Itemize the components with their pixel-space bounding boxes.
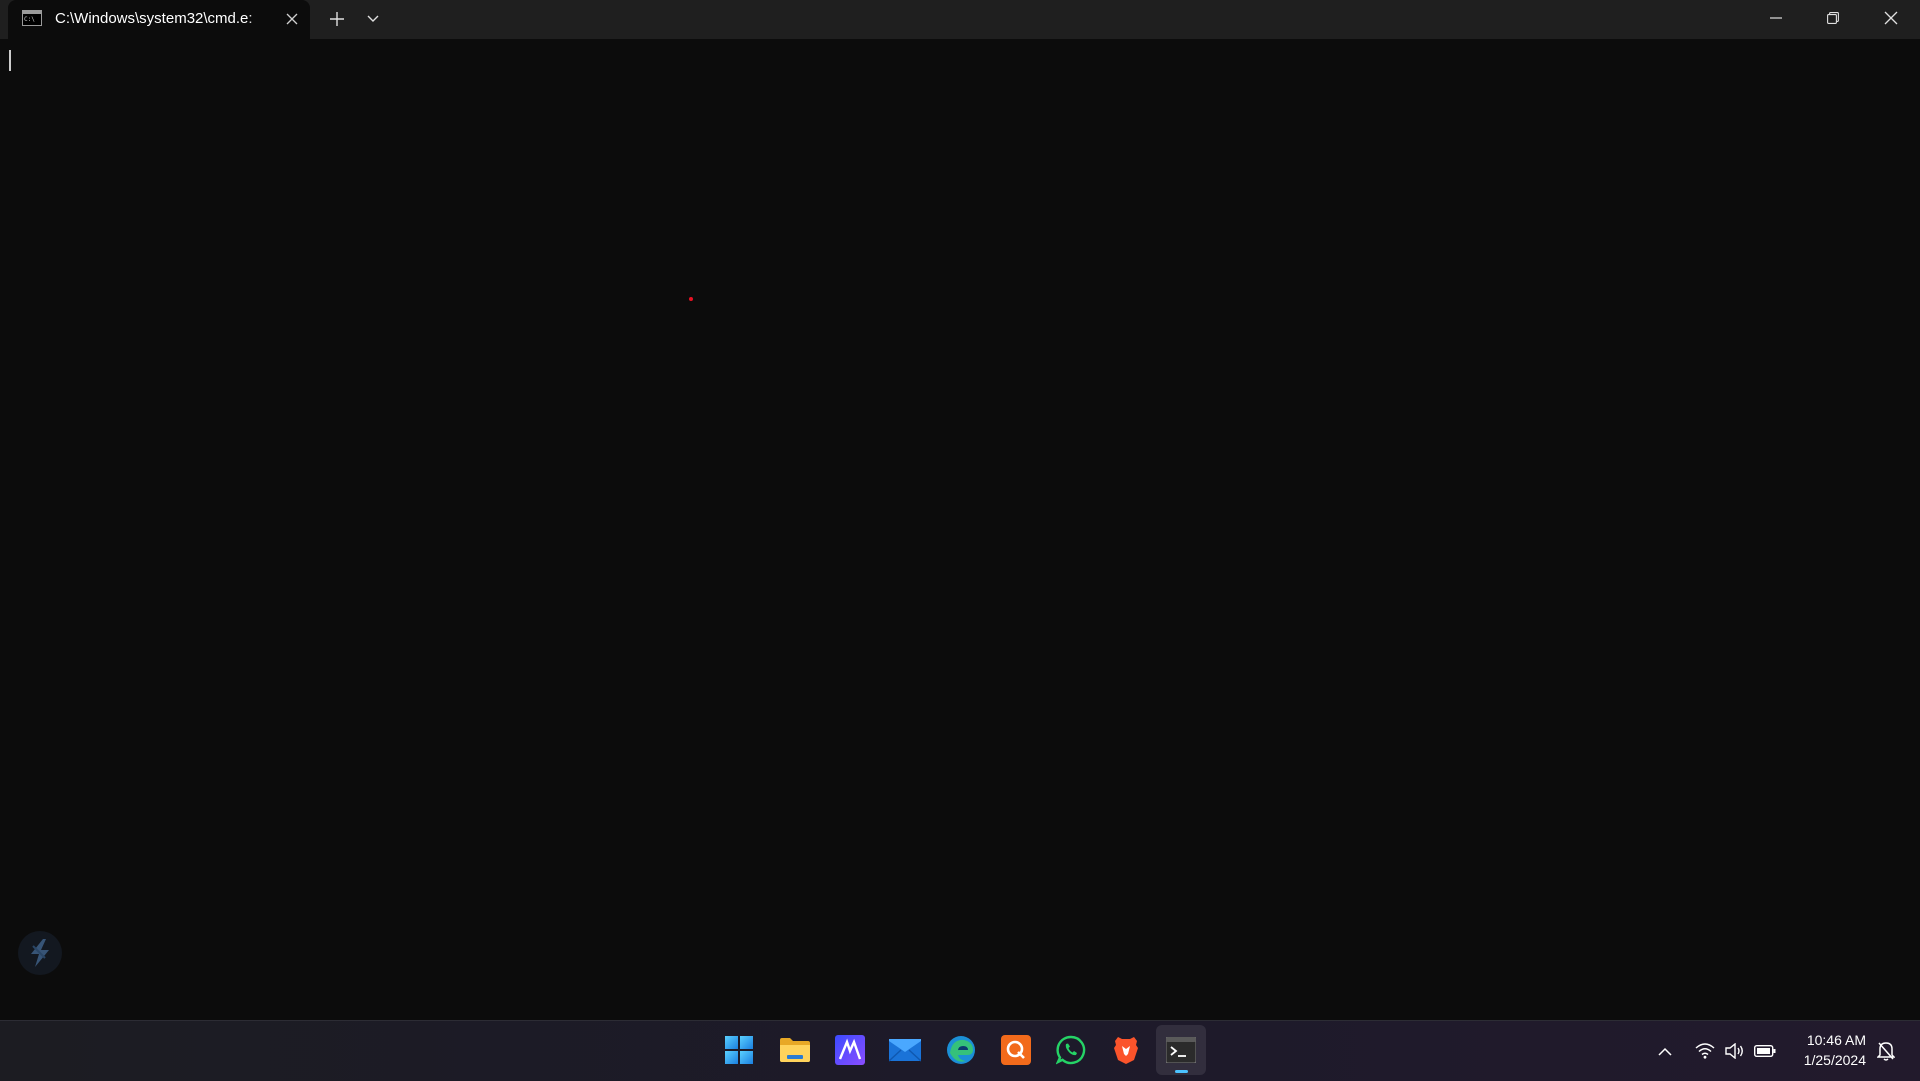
battery-button[interactable] [1752, 1038, 1778, 1064]
q-logo-icon [1001, 1035, 1031, 1065]
tab-dropdown-button[interactable] [358, 5, 388, 33]
clock-time: 10:46 AM [1806, 1032, 1866, 1048]
edge-icon [947, 1036, 975, 1064]
plus-icon [330, 12, 344, 26]
active-indicator [1175, 1070, 1188, 1073]
show-hidden-icons-button[interactable] [1652, 1038, 1678, 1064]
cmd-icon: C:\ [22, 10, 42, 26]
clock[interactable]: 10:46 AM 1/25/2024 [1786, 1030, 1866, 1070]
terminal-taskbar-button[interactable] [1156, 1025, 1206, 1075]
whatsapp-icon [1056, 1035, 1086, 1065]
floating-app-icon[interactable] [18, 931, 62, 975]
svg-text:C:\: C:\ [24, 16, 35, 23]
brave-button[interactable] [1101, 1025, 1151, 1075]
taskbar: 10:46 AM 1/25/2024 [0, 1020, 1920, 1081]
m-logo-icon [835, 1035, 865, 1065]
mail-button[interactable] [880, 1025, 930, 1075]
file-explorer-button[interactable] [770, 1025, 820, 1075]
close-icon [1884, 11, 1898, 25]
app-m-button[interactable] [825, 1025, 875, 1075]
terminal-icon [1166, 1037, 1196, 1063]
restore-icon [1827, 12, 1839, 24]
start-button[interactable] [714, 1025, 764, 1075]
volume-button[interactable] [1722, 1038, 1748, 1064]
new-tab-button[interactable] [322, 5, 352, 33]
brave-icon [1114, 1037, 1138, 1064]
volume-icon [1725, 1043, 1743, 1059]
close-icon [286, 13, 298, 25]
minimize-button[interactable] [1751, 0, 1801, 36]
windows-logo-icon [725, 1036, 753, 1064]
lightning-logo-icon [31, 939, 49, 967]
whatsapp-button[interactable] [1046, 1025, 1096, 1075]
chevron-down-icon [367, 15, 379, 22]
minimize-icon [1770, 17, 1782, 19]
edge-button[interactable] [936, 1025, 986, 1075]
clock-date: 1/25/2024 [1803, 1052, 1866, 1068]
terminal-window: C:\ C:\Windows\system32\cmd.e: [0, 0, 1920, 1020]
text-cursor [9, 50, 11, 71]
window-close-button[interactable] [1866, 0, 1916, 36]
restore-button[interactable] [1808, 0, 1858, 36]
app-q-button[interactable] [991, 1025, 1041, 1075]
tab-title: C:\Windows\system32\cmd.e: [55, 10, 253, 27]
mouse-pointer-dot [689, 297, 693, 301]
mail-icon [889, 1039, 921, 1062]
tab-cmd[interactable]: C:\ C:\Windows\system32\cmd.e: [8, 0, 310, 39]
network-button[interactable] [1692, 1038, 1718, 1064]
tab-close-button[interactable] [278, 9, 306, 29]
notification-bell-icon [1877, 1042, 1895, 1061]
chevron-up-icon [1658, 1047, 1672, 1056]
battery-icon [1754, 1045, 1776, 1057]
folder-icon [780, 1038, 810, 1062]
notifications-button[interactable] [1873, 1038, 1899, 1064]
wifi-icon [1695, 1043, 1715, 1059]
terminal-area[interactable] [0, 39, 1920, 1020]
title-bar[interactable]: C:\ C:\Windows\system32\cmd.e: [0, 0, 1920, 39]
